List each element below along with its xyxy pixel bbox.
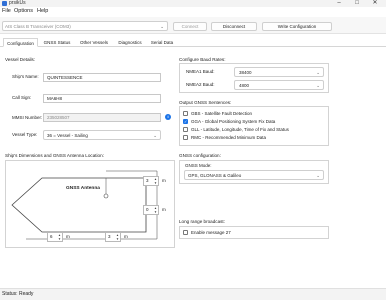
title-bar (0, 0, 386, 7)
gnss-sentences-title: Output GNSS Sentences: (179, 100, 232, 105)
mmsi-input: 235028507 (43, 113, 161, 122)
maximize-icon[interactable]: □ (351, 0, 363, 7)
tab-other-vessels[interactable]: Other Vessels (76, 38, 112, 47)
stepper-arrows-icon[interactable]: ▲ ▼ (154, 177, 157, 185)
long-range-broadcast-title: Long range broadcast: (179, 219, 225, 224)
chevron-down-icon: ⌄ (316, 83, 320, 88)
tab-diagnostics[interactable]: Diagnostics (114, 38, 146, 47)
app-icon (2, 1, 7, 6)
ships-name-input[interactable]: QUINTESSENCE (43, 73, 161, 82)
dimension-c-unit: m (66, 234, 70, 239)
dimension-d-value: 3 (108, 234, 111, 239)
chevron-down-icon: ⌄ (153, 133, 157, 138)
dimension-b-stepper[interactable]: 0 ▲ ▼ (143, 205, 159, 215)
gll-label: GLL - Latitude, Longitude, Time of Fix a… (191, 127, 289, 132)
dimension-a-stepper[interactable]: 3 ▲ ▼ (143, 176, 159, 186)
menu-bar (0, 7, 386, 16)
chevron-down-icon: ⌄ (316, 173, 320, 178)
call-sign-input[interactable]: MA6H8 (43, 94, 161, 103)
close-icon[interactable]: ✕ (369, 0, 381, 7)
checkmark-icon: ✓ (184, 119, 188, 124)
nmea1-baud-select[interactable]: 38400 ⌄ (234, 67, 324, 77)
stepper-arrows-icon[interactable]: ▲ ▼ (154, 206, 157, 214)
gnss-configuration-title: GNSS configuration: (179, 153, 221, 158)
dimension-c-stepper[interactable]: 6 ▲ ▼ (47, 232, 63, 242)
dimension-a-value: 3 (146, 178, 149, 183)
device-select[interactable]: AIS Class B Transceiver (COM3) ⌄ (2, 21, 168, 31)
mmsi-label: MMSI Number: (12, 115, 43, 120)
connect-button[interactable]: Connect (173, 22, 207, 31)
menu-help[interactable]: Help (37, 8, 48, 15)
antenna-label: GNSS Antenna (66, 186, 100, 191)
window-title: prsikUs (9, 0, 26, 6)
nmea2-baud-value: 4800 (239, 83, 250, 88)
dimension-b-unit: m (162, 207, 166, 212)
ships-name-label: Ship's Name: (12, 74, 39, 79)
enable-message-27-checkbox[interactable] (183, 230, 188, 235)
minimize-icon[interactable]: – (333, 0, 345, 7)
menu-options[interactable]: Options (14, 8, 33, 15)
write-configuration-button[interactable]: Write Configuration (262, 22, 332, 31)
info-icon[interactable]: i (165, 114, 171, 120)
antenna-marker (103, 193, 109, 199)
rmc-checkbox[interactable] (183, 135, 188, 140)
dimensions-panel: GNSS Antenna (5, 160, 175, 248)
dimension-a-unit: m (162, 178, 166, 183)
dimensions-title: Ship's Dimensions and GNSS Antenna Locat… (5, 153, 104, 158)
stepper-arrows-icon[interactable]: ▲ ▼ (116, 233, 119, 241)
vessel-type-label: Vessel Type: (12, 132, 38, 137)
chevron-down-icon: ⌄ (160, 24, 164, 29)
enable-message-27-label: Enable message 27 (191, 230, 231, 235)
baud-rates-title: Configure Baud Rates: (179, 57, 226, 62)
menu-file[interactable]: File (2, 8, 11, 15)
gll-checkbox[interactable] (183, 127, 188, 132)
tab-gnss-status[interactable]: GNSS Status (40, 38, 74, 47)
dimension-d-unit: m (124, 234, 128, 239)
nmea2-baud-label: NMEA2 Baud: (186, 82, 215, 87)
status-bar (0, 288, 386, 300)
chevron-down-icon: ⌄ (316, 70, 320, 75)
dimension-c-value: 6 (50, 234, 53, 239)
dimension-d-stepper[interactable]: 3 ▲ ▼ (105, 232, 121, 242)
status-text: Status: Ready (2, 291, 34, 297)
stepper-arrows-icon[interactable]: ▲ ▼ (58, 233, 61, 241)
vessel-type-select[interactable]: 36 = Vessel - Sailing ⌄ (43, 130, 161, 140)
gnss-mode-label: GNSS Mode: (185, 163, 212, 168)
tab-serial-data[interactable]: Serial Data (147, 38, 177, 47)
nmea1-baud-value: 38400 (239, 70, 252, 75)
tab-configuration[interactable]: Configuration (3, 38, 38, 47)
disconnect-button[interactable]: Disconnect (211, 22, 257, 31)
gga-checkbox[interactable]: ✓ (183, 119, 188, 124)
gbs-label: GBS - Satellite Fault Detection (191, 111, 253, 116)
dimension-b-value: 0 (146, 207, 149, 212)
gga-label: GGA - Global Positioning System Fix Data (191, 119, 276, 124)
rmc-label: RMC - Recommended Minimum Data (191, 135, 267, 140)
nmea2-baud-select[interactable]: 4800 ⌄ (234, 80, 324, 90)
vessel-type-value: 36 = Vessel - Sailing (47, 133, 88, 138)
gnss-mode-value: GPS, GLONASS & Galileo (188, 173, 242, 178)
call-sign-label: Call Sign: (12, 95, 32, 100)
nmea1-baud-label: NMEA1 Baud: (186, 69, 215, 74)
gbs-checkbox[interactable] (183, 111, 188, 116)
vessel-details-title: Vessel Details: (5, 57, 36, 62)
device-select-value: AIS Class B Transceiver (COM3) (5, 24, 71, 29)
gnss-mode-select[interactable]: GPS, GLONASS & Galileo ⌄ (184, 170, 324, 180)
